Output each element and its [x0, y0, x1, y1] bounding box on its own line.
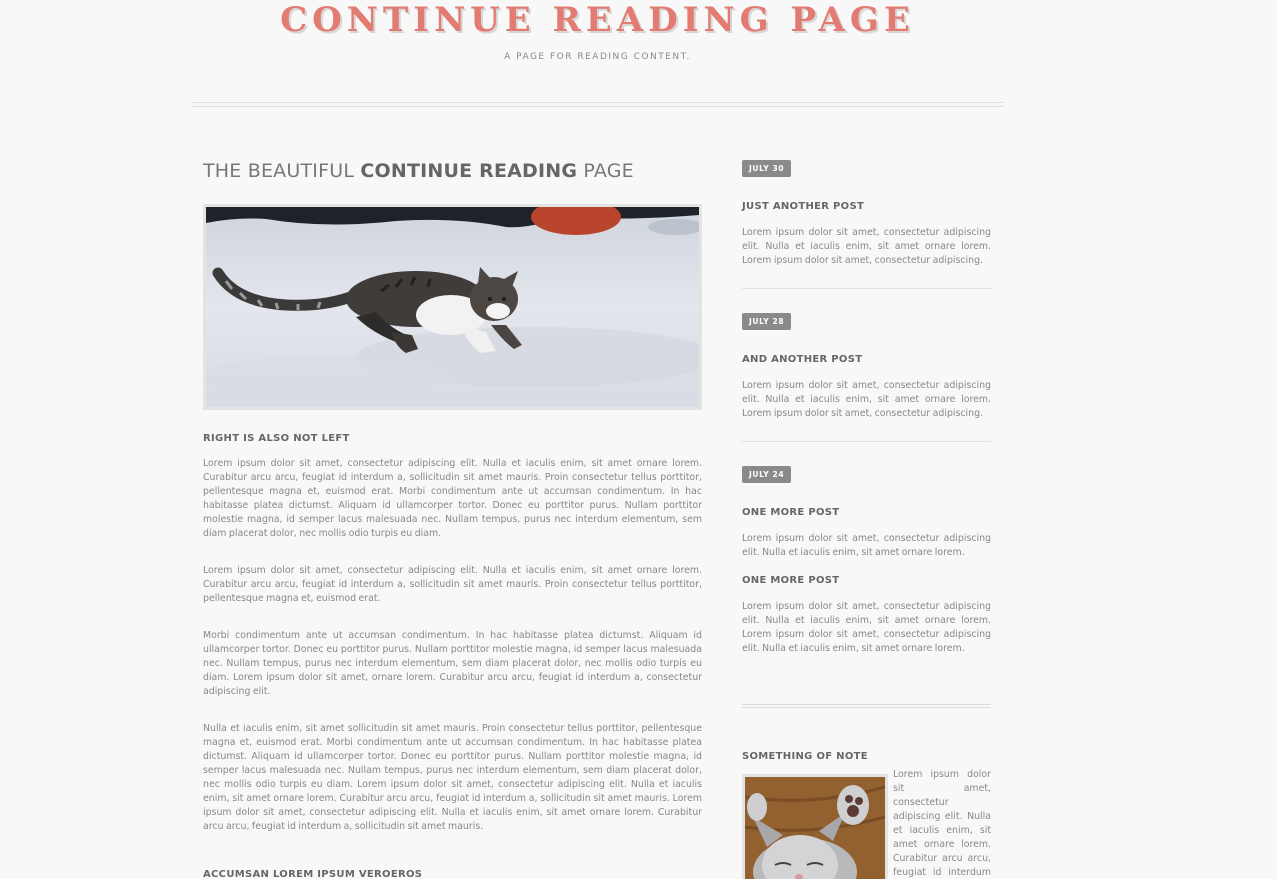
sidebar: JULY 30 JUST ANOTHER POST Lorem ipsum do…	[742, 156, 991, 879]
article-body: RIGHT IS ALSO NOT LEFT Lorem ipsum dolor…	[203, 432, 702, 879]
post-excerpt: Lorem ipsum dolor sit amet, consectetur …	[742, 227, 991, 266]
article-paragraph: Nulla et iaculis enim, sit amet sollicit…	[203, 723, 702, 832]
page-title-suffix: PAGE	[577, 160, 634, 182]
post-title-link[interactable]: AND ANOTHER POST	[742, 353, 991, 367]
note-title: SOMETHING OF NOTE	[742, 751, 868, 762]
date-badge: JULY 28	[742, 313, 792, 330]
article-paragraph: Lorem ipsum dolor sit amet, consectetur …	[203, 458, 702, 539]
section-heading: ACCUMSAN LOREM IPSUM VEROEROS	[203, 869, 423, 879]
post-divider	[742, 441, 991, 442]
page-title-prefix: THE BEAUTIFUL	[203, 160, 361, 182]
post-excerpt: Lorem ipsum dolor sit amet, consectetur …	[742, 380, 991, 419]
section-heading: RIGHT IS ALSO NOT LEFT	[203, 433, 350, 444]
sidebar-post: JULY 30 JUST ANOTHER POST Lorem ipsum do…	[742, 156, 991, 268]
date-badge: JULY 30	[742, 160, 792, 177]
page-title: THE BEAUTIFUL CONTINUE READING PAGE	[203, 158, 702, 184]
post-excerpt: Lorem ipsum dolor sit amet, consectetur …	[742, 533, 991, 558]
date-badge: JULY 24	[742, 466, 792, 483]
article-paragraph: Morbi condimentum ante ut accumsan condi…	[203, 630, 702, 697]
site-title[interactable]: CONTINUE READING PAGE	[191, 0, 1004, 40]
post-title-link[interactable]: JUST ANOTHER POST	[742, 200, 991, 214]
main-content: THE BEAUTIFUL CONTINUE READING PAGE RIGH…	[203, 158, 702, 879]
page-title-emphasis: CONTINUE READING	[360, 160, 578, 182]
post-title-link[interactable]: ONE MORE POST	[742, 506, 991, 520]
post-title-link[interactable]: ONE MORE POST	[742, 574, 991, 588]
sidebar-post: JULY 24 ONE MORE POST Lorem ipsum dolor …	[742, 462, 991, 656]
header-divider	[191, 102, 1004, 107]
sidebar-post: JULY 28 AND ANOTHER POST Lorem ipsum dol…	[742, 309, 991, 421]
sidebar-divider	[742, 704, 991, 708]
post-divider	[742, 288, 991, 289]
hero-image-cat-in-snow	[203, 204, 702, 410]
article-paragraph: Lorem ipsum dolor sit amet, consectetur …	[203, 565, 702, 604]
site-tagline: A PAGE FOR READING CONTENT.	[504, 52, 691, 62]
note-section: SOMETHING OF NOTE Lorem ipsum dolor sit …	[742, 750, 991, 879]
post-excerpt: Lorem ipsum dolor sit amet, consectetur …	[742, 601, 991, 654]
note-text: Lorem ipsum dolor sit amet, consectetur …	[893, 769, 991, 878]
note-image-sleeping-kitten	[742, 774, 888, 879]
